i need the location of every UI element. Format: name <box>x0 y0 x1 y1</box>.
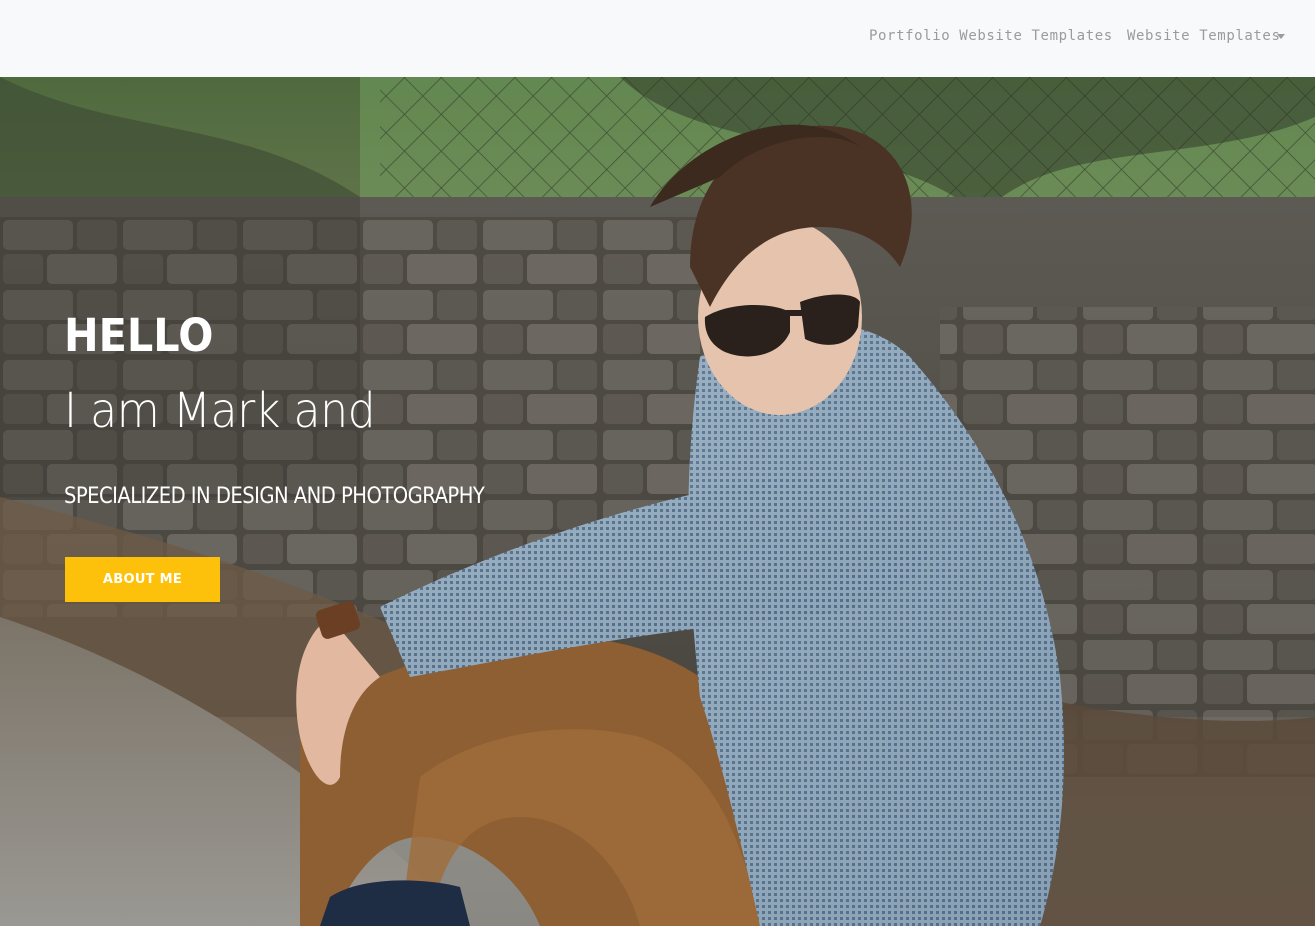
hero-tagline: SPECIALIZED IN DESIGN AND PHOTOGRAPHY <box>64 484 485 509</box>
caret-down-icon[interactable] <box>1277 34 1285 39</box>
hero-section: HELLO I am Mark and SPECIALIZED IN DESIG… <box>0 77 1315 926</box>
nav-link-website-templates[interactable]: Website Templates <box>1127 28 1281 44</box>
about-me-button[interactable]: ABOUT ME <box>65 557 220 602</box>
hero-intro: I am Mark and <box>64 383 376 439</box>
top-navbar: Portfolio Website Templates Website Temp… <box>0 0 1315 77</box>
nav-link-portfolio-website-templates[interactable]: Portfolio Website Templates <box>869 28 1113 44</box>
hero-greeting: HELLO <box>64 309 214 362</box>
